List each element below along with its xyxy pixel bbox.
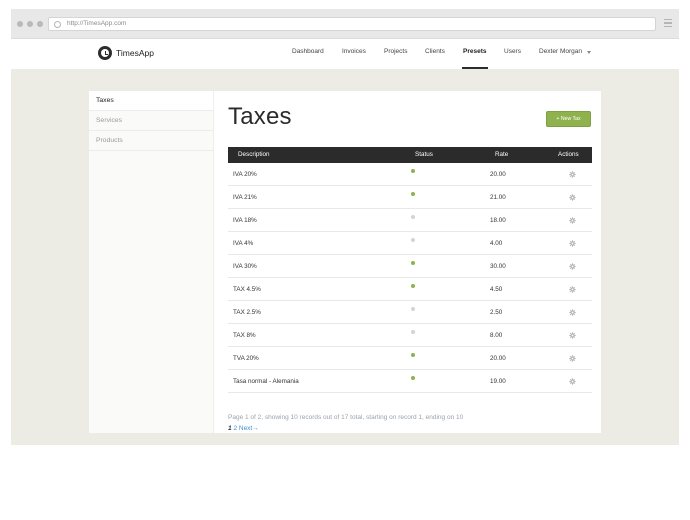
nav-item-clients[interactable]: Clients: [425, 48, 445, 55]
tax-description: IVA 4%: [233, 240, 254, 247]
status-inactive-dot: [411, 307, 415, 311]
gear-icon[interactable]: [569, 217, 576, 224]
new-tax-button[interactable]: + New Tax: [546, 111, 591, 127]
hamburger-icon[interactable]: [664, 19, 672, 27]
pagination-info: Page 1 of 2, showing 10 records out of 1…: [228, 414, 464, 421]
tax-rate: 21.00: [490, 194, 506, 201]
next-page-link[interactable]: Next→: [239, 425, 259, 432]
status-active-dot: [411, 353, 415, 357]
tax-rate: 20.00: [490, 171, 506, 178]
status-active-dot: [411, 169, 415, 173]
tax-description: IVA 21%: [233, 194, 257, 201]
nav-item-invoices[interactable]: Invoices: [342, 48, 366, 55]
tax-description: TAX 8%: [233, 332, 256, 339]
gear-icon[interactable]: [569, 309, 576, 316]
sidebar-item-services[interactable]: Services: [89, 111, 213, 131]
status-inactive-dot: [411, 330, 415, 334]
chevron-down-icon[interactable]: [587, 51, 591, 54]
table-row: IVA 21% 21.00: [228, 186, 592, 209]
taxes-table: Description Status Rate Actions IVA 20% 2…: [228, 147, 592, 393]
table-row: IVA 20% 20.00: [228, 163, 592, 186]
gear-icon[interactable]: [569, 355, 576, 362]
column-header-description[interactable]: Description: [238, 147, 270, 163]
app-navbar: TimesApp Dashboard Invoices Projects Cli…: [11, 39, 679, 69]
nav-item-projects[interactable]: Projects: [384, 48, 407, 55]
window-controls: [17, 21, 43, 27]
pagination: 1 2 Next→: [228, 425, 259, 432]
brand-logo[interactable]: TimesApp: [98, 46, 154, 60]
gear-icon[interactable]: [569, 194, 576, 201]
page-link-2[interactable]: 2: [233, 425, 237, 432]
window-maximize-dot[interactable]: [37, 21, 43, 27]
table-row: TVA 20% 20.00: [228, 347, 592, 370]
clock-logo-icon: [98, 46, 112, 60]
tax-description: TVA 20%: [233, 355, 259, 362]
tax-rate: 18.00: [490, 217, 506, 224]
column-header-actions: Actions: [558, 151, 579, 158]
brand-name: TimesApp: [116, 48, 154, 58]
table-row: TAX 2.5% 2.50: [228, 301, 592, 324]
table-row: IVA 30% 30.00: [228, 255, 592, 278]
status-active-dot: [411, 261, 415, 265]
tax-rate: 2.50: [490, 309, 503, 316]
column-header-status[interactable]: Status: [415, 147, 433, 163]
status-inactive-dot: [411, 215, 415, 219]
globe-icon: [54, 20, 61, 28]
nav-item-presets[interactable]: Presets: [463, 48, 487, 55]
browser-window: http://TimesApp.com TimesApp Dashboard I…: [11, 9, 679, 445]
tax-description: Tasa normal - Alemania: [233, 378, 299, 385]
nav-item-users[interactable]: Users: [504, 48, 521, 55]
sidebar-item-products[interactable]: Products: [89, 131, 213, 151]
gear-icon[interactable]: [569, 240, 576, 247]
tax-rate: 4.00: [490, 240, 503, 247]
table-row: TAX 8% 8.00: [228, 324, 592, 347]
page-title: Taxes: [228, 103, 292, 130]
tax-description: TAX 2.5%: [233, 309, 261, 316]
table-row: Tasa normal - Alemania 19.00: [228, 370, 592, 393]
gear-icon[interactable]: [569, 286, 576, 293]
window-minimize-dot[interactable]: [27, 21, 33, 27]
tax-description: TAX 4.5%: [233, 286, 261, 293]
user-menu[interactable]: Dexter Morgan: [539, 48, 582, 55]
address-bar[interactable]: http://TimesApp.com: [48, 17, 656, 31]
table-row: IVA 4% 4.00: [228, 232, 592, 255]
active-nav-indicator: [462, 67, 488, 69]
tax-rate: 4.50: [490, 286, 503, 293]
tax-rate: 30.00: [490, 263, 506, 270]
content-panel: Taxes Services Products Taxes + New Tax …: [89, 91, 601, 433]
status-inactive-dot: [411, 238, 415, 242]
address-text: http://TimesApp.com: [67, 20, 127, 27]
status-active-dot: [411, 192, 415, 196]
gear-icon[interactable]: [569, 332, 576, 339]
tax-rate: 19.00: [490, 378, 506, 385]
table-row: IVA 18% 18.00: [228, 209, 592, 232]
tax-rate: 8.00: [490, 332, 503, 339]
browser-toolbar: http://TimesApp.com: [11, 9, 679, 39]
table-header: Description Status Rate Actions: [228, 147, 592, 163]
tax-rate: 20.00: [490, 355, 506, 362]
tax-description: IVA 18%: [233, 217, 257, 224]
nav-item-dashboard[interactable]: Dashboard: [292, 48, 324, 55]
gear-icon[interactable]: [569, 378, 576, 385]
gear-icon[interactable]: [569, 171, 576, 178]
page-current: 1: [228, 425, 232, 432]
sidebar-item-taxes[interactable]: Taxes: [89, 91, 213, 111]
column-header-rate[interactable]: Rate: [495, 147, 508, 163]
tax-description: IVA 20%: [233, 171, 257, 178]
gear-icon[interactable]: [569, 263, 576, 270]
table-body: IVA 20% 20.00 IVA 21% 21.00 IVA 18% 18.00 IVA …: [228, 163, 592, 393]
window-close-dot[interactable]: [17, 21, 23, 27]
tax-description: IVA 30%: [233, 263, 257, 270]
status-active-dot: [411, 376, 415, 380]
presets-sidebar: Taxes Services Products: [89, 91, 214, 433]
status-active-dot: [411, 284, 415, 288]
table-row: TAX 4.5% 4.50: [228, 278, 592, 301]
